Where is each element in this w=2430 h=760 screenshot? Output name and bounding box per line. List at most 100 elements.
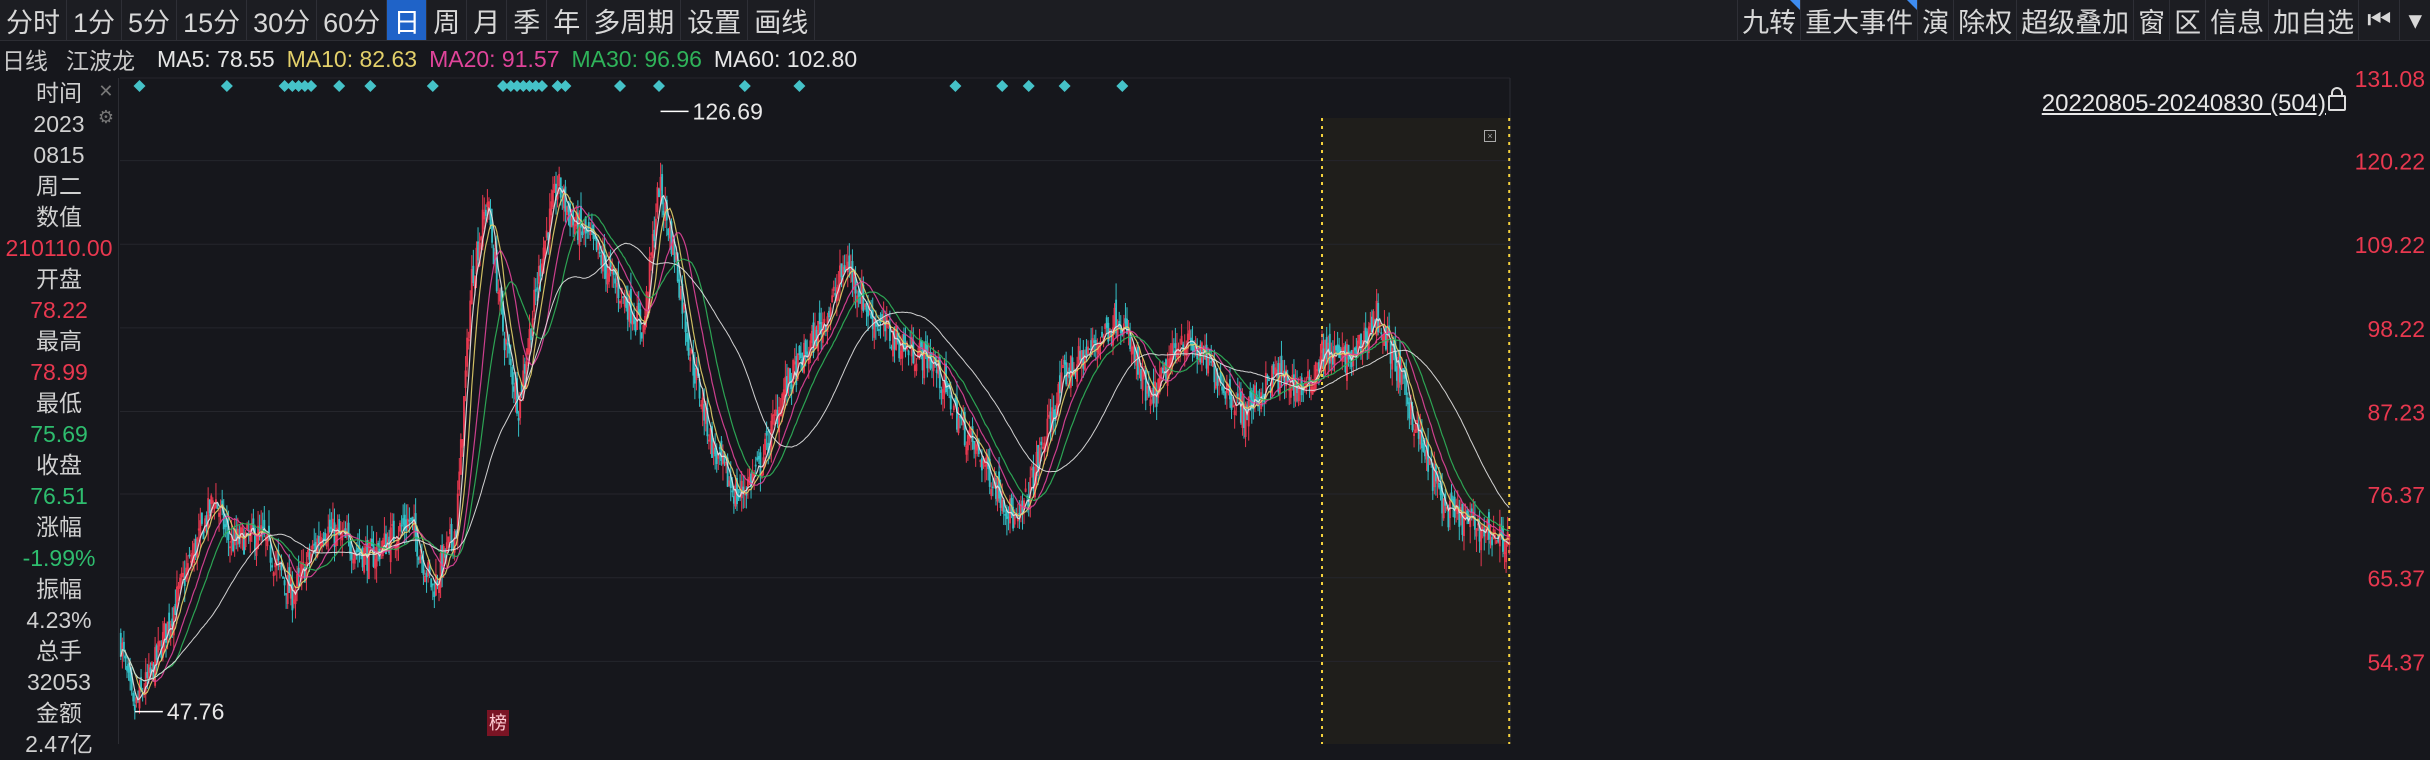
close-selection-icon[interactable]: × <box>1484 130 1496 142</box>
candle-body <box>662 210 665 216</box>
candle-body <box>317 535 320 544</box>
candle-body <box>477 241 479 261</box>
candle-body <box>612 270 615 275</box>
candle-body <box>1088 348 1091 351</box>
candle-body <box>693 367 696 384</box>
candle-body <box>1402 368 1405 371</box>
ma-line-10 <box>120 192 1510 696</box>
candle-body <box>1336 344 1339 354</box>
candle-body <box>503 338 506 351</box>
candle-body <box>639 309 642 330</box>
candle-body <box>732 496 735 504</box>
candle-body <box>1004 513 1007 516</box>
candle-body <box>1268 379 1270 382</box>
candle-body <box>980 458 983 471</box>
candle-body <box>1438 483 1440 488</box>
candle-body <box>288 567 291 594</box>
event-marker-9 <box>426 80 439 92</box>
candle-body <box>1063 360 1066 365</box>
candle-body <box>1403 374 1406 379</box>
candle-body <box>956 397 958 430</box>
candle-body <box>973 440 976 450</box>
candle-body <box>1353 348 1356 351</box>
event-marker-1 <box>220 80 233 92</box>
candle-body <box>1335 345 1338 351</box>
candle-body <box>492 248 495 265</box>
candle-body <box>678 279 681 298</box>
ma-line-30 <box>120 214 1510 682</box>
candle-body <box>1071 357 1074 373</box>
candle-body <box>328 519 331 532</box>
candle-body <box>865 303 868 312</box>
candle-body <box>313 543 316 546</box>
candle-body <box>1385 327 1387 350</box>
candle-body <box>133 704 136 711</box>
candle-body <box>1093 340 1096 343</box>
candle-body <box>1105 317 1108 328</box>
candle-body <box>411 516 414 522</box>
candle-body <box>403 514 406 529</box>
rank-badge[interactable]: 榜 <box>487 710 509 736</box>
max-price-label: 126.69 <box>693 98 763 124</box>
candle-body <box>1380 332 1383 335</box>
event-marker-21 <box>738 80 751 92</box>
candle-body <box>1249 391 1252 398</box>
candle-body <box>1487 512 1490 540</box>
y-tick-label-6: 65.37 <box>2367 566 2425 592</box>
candle-body <box>1172 350 1175 354</box>
candle-body <box>1213 363 1216 383</box>
candle-body <box>282 576 284 579</box>
y-tick-label-4: 87.23 <box>2367 399 2425 425</box>
candle-body <box>126 666 128 671</box>
date-range-label[interactable]: 20220805-20240830 (504) <box>2042 90 2326 118</box>
candle-body <box>991 486 994 489</box>
candle-body <box>653 229 656 241</box>
candle-body <box>506 342 509 346</box>
candle-body <box>200 512 203 524</box>
candle-body <box>208 499 211 513</box>
candle-body <box>1266 375 1269 378</box>
candle-body <box>224 524 227 528</box>
candle-body <box>539 265 542 277</box>
candle-body <box>1328 333 1331 364</box>
candle-body <box>232 540 235 552</box>
candle-body <box>400 524 403 527</box>
candle-body <box>297 567 300 573</box>
candle-body <box>804 340 807 355</box>
candle-body <box>789 368 791 384</box>
candle-body <box>1370 316 1373 332</box>
candle-body <box>430 578 433 588</box>
candle-body <box>1439 485 1442 496</box>
candle-body <box>1272 364 1275 374</box>
candle-body <box>1007 516 1010 519</box>
candle-body <box>1230 397 1233 410</box>
candle-body <box>1079 350 1082 360</box>
y-tick-label-7: 54.37 <box>2367 649 2425 675</box>
candle-body <box>971 426 974 442</box>
candle-body <box>1406 397 1409 405</box>
candle-body <box>1065 362 1068 385</box>
candle-body <box>324 532 327 541</box>
event-marker-26 <box>1058 80 1071 92</box>
candle-body <box>920 340 923 348</box>
candle-body <box>1470 508 1473 513</box>
candle-body <box>1140 369 1142 382</box>
candle-body <box>1344 345 1347 373</box>
candle-body <box>1085 346 1088 356</box>
candle-body <box>686 333 689 342</box>
candle-body <box>714 447 717 457</box>
candle-body <box>509 358 512 366</box>
candle-body <box>1338 345 1341 358</box>
candle-body <box>1224 392 1227 399</box>
candle-body <box>283 580 286 586</box>
candle-body <box>929 352 932 369</box>
candle-body <box>450 523 453 543</box>
candle-body <box>484 209 487 216</box>
event-marker-27 <box>1116 80 1129 92</box>
candle-body <box>1422 443 1425 452</box>
candle-body <box>271 565 274 568</box>
event-marker-8 <box>364 80 377 92</box>
lock-icon[interactable] <box>2328 87 2346 111</box>
event-marker-7 <box>333 80 346 92</box>
candle-body <box>530 328 533 341</box>
